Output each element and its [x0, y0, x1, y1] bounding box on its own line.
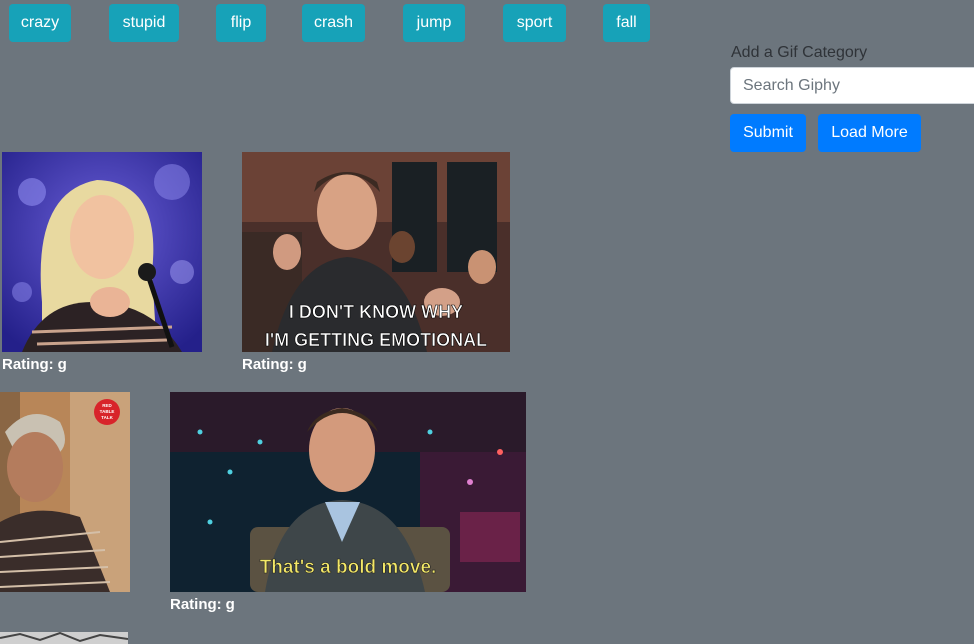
- category-button-flip[interactable]: flip: [216, 4, 266, 42]
- form-label: Add a Gif Category: [731, 44, 868, 61]
- gif-image[interactable]: [2, 152, 202, 352]
- gif-caption-line1: I DON'T KNOW WHY: [289, 302, 463, 322]
- submit-button[interactable]: Submit: [730, 114, 806, 152]
- rating-label: Rating:: [170, 596, 222, 613]
- category-button-crash[interactable]: crash: [302, 4, 365, 42]
- rating-text: Rating: g: [170, 596, 235, 613]
- category-button-crazy[interactable]: crazy: [9, 4, 71, 42]
- gif-caption: That's a bold move.: [260, 557, 437, 578]
- rating-value: g: [297, 356, 307, 373]
- gif-image[interactable]: I DON'T KNOW WHY I'M GETTING EMOTIONAL: [242, 152, 510, 352]
- svg-text:TALK: TALK: [101, 415, 113, 420]
- gif-image[interactable]: RED TABLE TALK: [0, 392, 130, 592]
- rating-label: Rating:: [242, 356, 294, 373]
- gif-caption-line2: I'M GETTING EMOTIONAL: [265, 330, 487, 350]
- category-button-jump[interactable]: jump: [403, 4, 465, 42]
- rating-label: Rating:: [2, 356, 54, 373]
- search-input[interactable]: [730, 67, 974, 104]
- rating-value: g: [225, 596, 235, 613]
- category-button-sport[interactable]: sport: [503, 4, 566, 42]
- svg-text:RED: RED: [102, 403, 112, 408]
- rating-text: Rating: g: [242, 356, 307, 373]
- gif-image[interactable]: That's a bold move.: [170, 392, 526, 592]
- rating-value: g: [57, 356, 67, 373]
- svg-text:TABLE: TABLE: [100, 409, 115, 414]
- category-button-stupid[interactable]: stupid: [109, 4, 179, 42]
- rating-text: Rating: g: [2, 356, 67, 373]
- load-more-button[interactable]: Load More: [818, 114, 921, 152]
- gif-image[interactable]: [0, 632, 128, 644]
- page: crazy stupid flip crash jump sport fall …: [0, 0, 974, 644]
- category-button-fall[interactable]: fall: [603, 4, 650, 42]
